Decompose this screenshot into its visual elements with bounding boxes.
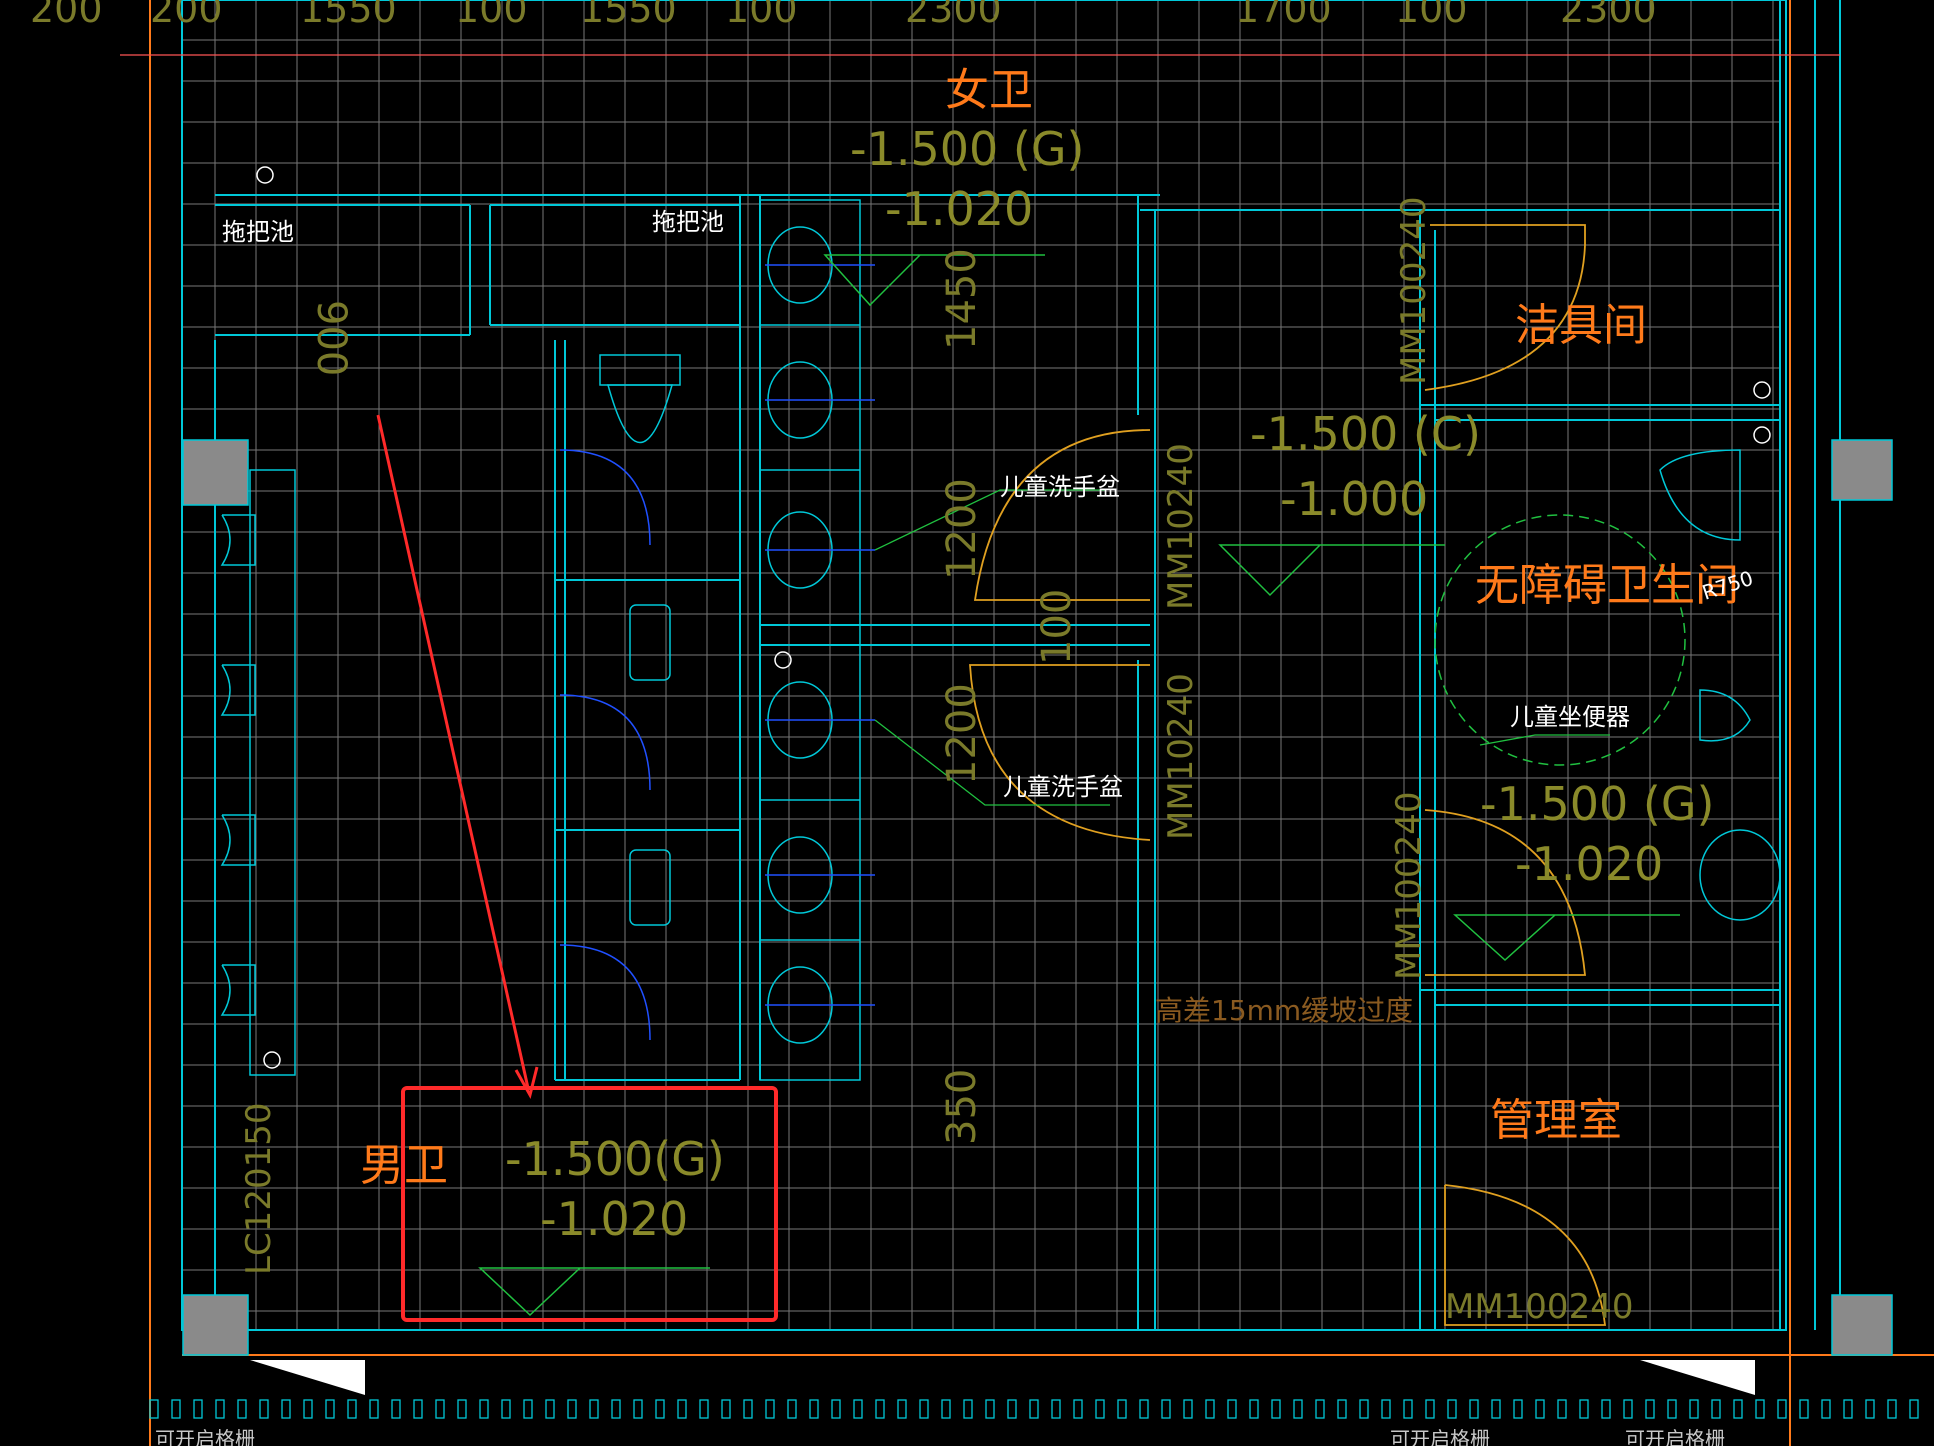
room-management: 管理室 [1490, 1095, 1622, 1146]
dim-label: 2300 [905, 0, 1002, 31]
level-top-highlight: -1.500(G) [505, 1132, 725, 1186]
column [1831, 439, 1893, 501]
level-top: -1.500 (C) [1250, 407, 1481, 461]
room-male-wc: 男卫 [360, 1140, 448, 1191]
label-kids-basin: 儿童洗手盆 [1003, 773, 1123, 801]
dim-label: 1700 [1235, 0, 1332, 31]
grille-note: 可开启格栅 [1390, 1427, 1490, 1446]
room-janitor: 洁具间 [1515, 300, 1647, 351]
dim-label: 1550 [300, 0, 397, 31]
dim-inner: 900 [308, 300, 354, 376]
label-mop-sink: 拖把池 [222, 218, 294, 246]
grille-note: 可开启格栅 [155, 1427, 255, 1446]
level-bottom: -1.020 [885, 182, 1033, 236]
level-bottom: -1.020 [1515, 837, 1663, 891]
column [1831, 1294, 1893, 1356]
label-kids-toilet: 儿童坐便器 [1510, 703, 1630, 731]
column [182, 439, 249, 506]
dim-label: 200 [150, 0, 223, 31]
dim-inner: 1450 [939, 248, 985, 350]
dim-inner: 1200 [939, 478, 985, 580]
door-tag: MM10240 [1161, 443, 1201, 610]
label-mop-sink: 拖把池 [652, 208, 724, 236]
door-tag: MM100240 [1389, 792, 1429, 980]
door-tag: MM100240 [1394, 197, 1434, 385]
level-top: -1.500 (G) [1480, 777, 1714, 831]
grille-note: 可开启格栅 [1625, 1427, 1725, 1446]
dim-label: 100 [455, 0, 528, 31]
dim-inner: 1200 [939, 683, 985, 785]
cad-drawing: 200 200 1550 100 1550 100 2300 1700 100 … [0, 0, 1934, 1446]
dim-inner: 100 [1034, 589, 1080, 665]
level-bottom-highlight: -1.020 [540, 1192, 688, 1246]
dim-label: 100 [725, 0, 798, 31]
dim-inner: 350 [939, 1069, 985, 1145]
slope-note: 高差15mm缓坡过度 [1155, 994, 1413, 1027]
room-female-wc: 女卫 [945, 65, 1033, 116]
dim-label: 2300 [1560, 0, 1657, 31]
door-tag: MM10240 [1161, 673, 1201, 840]
column [182, 1294, 249, 1356]
window-tag: LC120150 [239, 1103, 279, 1275]
dim-label: 1550 [580, 0, 677, 31]
dim-label: 100 [1395, 0, 1468, 31]
level-bottom: -1.000 [1280, 472, 1428, 526]
dim-label: 200 [30, 0, 103, 31]
level-top: -1.500 (G) [850, 122, 1084, 176]
label-kids-basin: 儿童洗手盆 [1000, 473, 1120, 501]
door-tag: MM100240 [1445, 1287, 1633, 1327]
